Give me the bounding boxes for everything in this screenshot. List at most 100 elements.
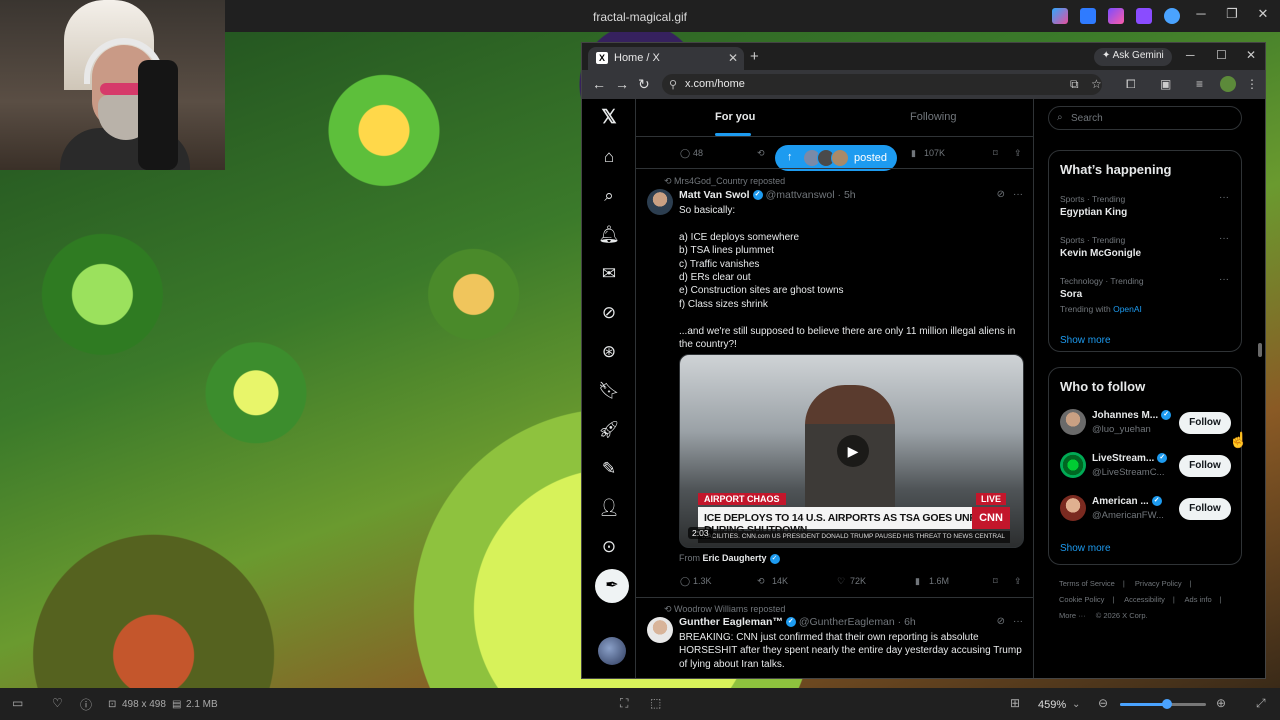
home-icon[interactable]: ⌂ — [598, 146, 620, 168]
trend-name[interactable]: Egyptian King — [1060, 207, 1127, 218]
scrollbar-thumb[interactable] — [1258, 343, 1262, 357]
zoom-dropdown-icon[interactable]: ⌄ — [1072, 699, 1080, 710]
tweet-video[interactable]: ▶ AIRPORT CHAOS LIVE ICE DEPLOYS TO 14 U… — [679, 354, 1024, 548]
articles-icon[interactable]: ✎ — [598, 458, 620, 480]
explore-search-icon[interactable]: ⌕ — [598, 185, 620, 207]
onedrive-icon[interactable] — [1164, 8, 1180, 24]
reply-icon[interactable]: ◯ — [680, 148, 690, 159]
copilot-icon[interactable] — [1052, 8, 1068, 24]
tweet-author[interactable]: Gunther Eagleman™ ✓ @GuntherEagleman · 6h — [679, 616, 916, 628]
grok-icon[interactable]: ⊘ — [598, 302, 620, 324]
install-app-icon[interactable]: ⧉ — [1070, 77, 1079, 92]
messages-envelope-icon[interactable]: ✉ — [598, 263, 620, 285]
zoom-percent[interactable]: 459% — [1038, 699, 1066, 711]
cast-icon[interactable]: ▣ — [1160, 77, 1171, 91]
bookmark-icon[interactable]: ⌑ — [993, 148, 998, 159]
back-icon[interactable]: ← — [592, 76, 606, 92]
zoom-slider-thumb[interactable] — [1162, 699, 1173, 709]
tab-following[interactable]: Following — [910, 111, 956, 123]
follow-avatar[interactable] — [1060, 409, 1086, 435]
tweet-gunther-eagleman[interactable]: ⟲ Woodrow Williams reposted Gunther Eagl… — [636, 598, 1033, 678]
tab-search-icon[interactable]: ≡ — [1196, 77, 1203, 91]
zoom-slider[interactable] — [1120, 699, 1206, 709]
info-icon[interactable]: ⓘ — [80, 696, 92, 713]
verified-orgs-icon[interactable]: ⊛ — [598, 341, 620, 363]
notifications-bell-icon[interactable]: 🔔︎ — [598, 224, 620, 246]
like-icon[interactable]: ♡ — [837, 576, 845, 587]
favorite-icon[interactable]: ♡ — [52, 696, 63, 710]
compose-post-icon[interactable]: ✒ — [595, 569, 629, 603]
footer-link[interactable]: Cookie Policy — [1059, 595, 1104, 604]
follow-button[interactable]: Follow — [1179, 412, 1231, 434]
trend-with-link[interactable]: OpenAI — [1113, 304, 1142, 314]
follow-name[interactable]: LiveStream... ✓ — [1092, 453, 1168, 464]
footer-link[interactable]: More ··· — [1059, 611, 1086, 620]
reply-icon[interactable]: ◯ — [680, 576, 690, 587]
browser-maximize-icon[interactable]: ☐ — [1216, 48, 1227, 62]
rocket-icon[interactable]: 🚀︎ — [598, 419, 620, 441]
profile-avatar[interactable] — [1220, 76, 1236, 92]
follow-button[interactable]: Follow — [1179, 498, 1231, 520]
zoom-out-icon[interactable]: ⊖ — [1098, 696, 1108, 710]
views-icon[interactable]: ▮ — [911, 148, 916, 159]
crop-icon[interactable]: ⛶ — [620, 696, 628, 711]
page-scrollbar[interactable] — [1256, 99, 1264, 678]
bookmarks-icon[interactable]: 🔖︎ — [598, 380, 620, 402]
trend-more-icon[interactable]: ··· — [1219, 192, 1229, 203]
filmstrip-icon[interactable]: ▭ — [12, 696, 23, 710]
ask-gemini-button[interactable]: ✦ Ask Gemini — [1094, 48, 1172, 66]
designer-icon[interactable] — [1136, 8, 1152, 24]
from-author[interactable]: Eric Daugherty — [703, 553, 767, 563]
extensions-icon[interactable]: ⧠ — [1126, 77, 1136, 92]
tweet-author-avatar[interactable] — [647, 189, 673, 215]
follow-name[interactable]: American ... ✓ — [1092, 496, 1162, 507]
account-avatar[interactable] — [598, 637, 626, 665]
select-icon[interactable]: ⬚ — [650, 696, 661, 710]
repost-icon[interactable]: ⟲ — [757, 148, 765, 159]
share-icon[interactable]: ⇪ — [1014, 576, 1022, 587]
trend-name[interactable]: Kevin McGonigle — [1060, 248, 1141, 259]
follow-button[interactable]: Follow — [1179, 455, 1231, 477]
footer-link[interactable]: Accessibility — [1124, 595, 1165, 604]
share-icon[interactable]: ⇪ — [1014, 148, 1022, 159]
profile-icon[interactable]: 👤︎ — [598, 497, 620, 519]
browser-close-icon[interactable]: ✕ — [1246, 48, 1256, 62]
viewer-maximize-icon[interactable]: ❐ — [1217, 6, 1247, 22]
fit-icon[interactable]: ⊞ — [1010, 696, 1020, 710]
trend-name[interactable]: Sora — [1060, 289, 1082, 300]
address-bar[interactable]: ⚲ x.com/home — [662, 74, 1102, 95]
tweet-author-avatar[interactable] — [647, 617, 673, 643]
tab-for-you[interactable]: For you — [715, 111, 755, 123]
more-icon[interactable]: ⊙ — [598, 536, 620, 558]
browser-minimize-icon[interactable]: ─ — [1186, 48, 1195, 62]
forward-icon[interactable]: → — [615, 76, 629, 92]
x-logo-icon[interactable]: 𝕏 — [598, 107, 620, 129]
tweet-matt-van-swol[interactable]: ⟲ Mrs4God_Country reposted Matt Van Swol… — [636, 169, 1033, 605]
play-icon[interactable]: ▶ — [837, 435, 869, 467]
tweet-author[interactable]: Matt Van Swol ✓ @mattvanswol · 5h — [679, 189, 856, 201]
reload-icon[interactable]: ↻ — [638, 76, 650, 93]
repost-icon[interactable]: ⟲ — [757, 576, 765, 587]
clipchamp-icon[interactable] — [1108, 8, 1124, 24]
views-icon[interactable]: ▮ — [915, 576, 920, 587]
follow-avatar[interactable] — [1060, 452, 1086, 478]
search-input[interactable]: ⌕ Search — [1048, 106, 1242, 130]
tab-close-icon[interactable]: ✕ — [728, 51, 738, 65]
browser-tab-home-x[interactable]: X Home / X ✕ — [588, 47, 744, 70]
fullscreen-icon[interactable]: ⤢ — [1256, 696, 1266, 711]
zoom-in-icon[interactable]: ⊕ — [1216, 696, 1226, 710]
follow-name[interactable]: Johannes M... ✓ — [1092, 410, 1172, 421]
show-more-follow[interactable]: Show more — [1060, 543, 1111, 554]
bookmark-star-icon[interactable]: ☆ — [1091, 77, 1102, 91]
tweet-more-icon[interactable]: ··· — [1013, 189, 1023, 200]
bookmark-icon[interactable]: ⌑ — [993, 576, 998, 587]
new-tab-button[interactable]: + — [750, 48, 759, 65]
viewer-close-icon[interactable]: ✕ — [1248, 6, 1278, 22]
tweet-more-icon[interactable]: ··· — [1013, 616, 1023, 627]
follow-avatar[interactable] — [1060, 495, 1086, 521]
footer-link[interactable]: Privacy Policy — [1135, 579, 1182, 588]
trend-more-icon[interactable]: ··· — [1219, 233, 1229, 244]
viewer-minimize-icon[interactable]: ─ — [1186, 6, 1216, 21]
trend-more-icon[interactable]: ··· — [1219, 274, 1229, 285]
footer-link[interactable]: Ads info — [1185, 595, 1212, 604]
